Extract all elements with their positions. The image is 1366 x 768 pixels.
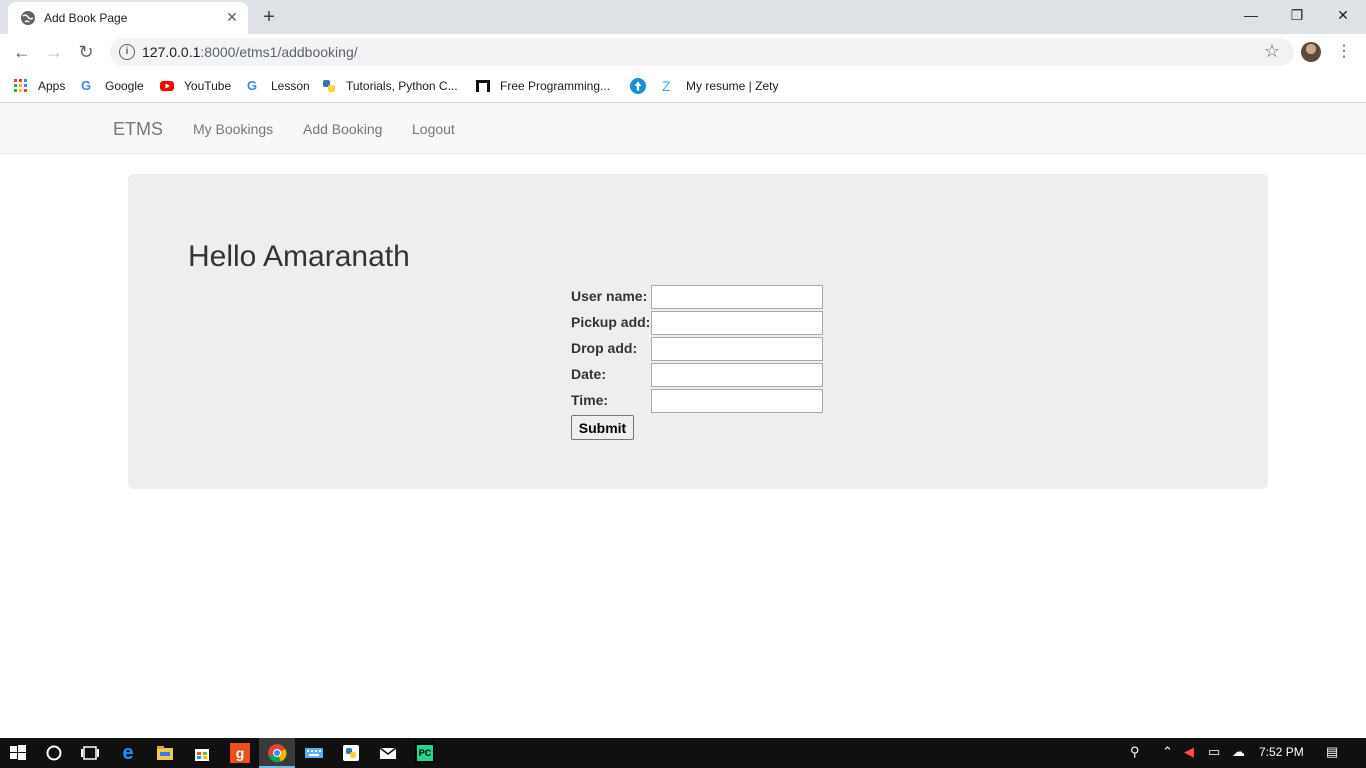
date-input[interactable]: [651, 363, 823, 387]
info-icon[interactable]: i: [119, 44, 135, 60]
forward-icon[interactable]: →: [42, 40, 66, 64]
nav-add-booking[interactable]: Add Booking: [303, 121, 382, 137]
search-circle-icon[interactable]: [44, 743, 64, 763]
file-explorer-icon[interactable]: [155, 743, 175, 763]
chrome-taskbar-active[interactable]: [259, 738, 295, 768]
reload-icon[interactable]: ↻: [74, 40, 98, 64]
globe-icon: [21, 11, 35, 25]
menu-kebab-icon[interactable]: ⋮: [1336, 42, 1352, 62]
bookmark-upload[interactable]: [630, 77, 646, 95]
time-input[interactable]: [651, 389, 823, 413]
notifications-icon[interactable]: ▤: [1326, 744, 1338, 762]
address-bar[interactable]: i 127.0.0.1:8000/etms1/addbooking/ ☆: [110, 38, 1294, 66]
username-input[interactable]: [651, 285, 823, 309]
bookmark-star-icon[interactable]: ☆: [1264, 41, 1280, 62]
pickup-input[interactable]: [651, 311, 823, 335]
bookmark-label: Tutorials, Python C...: [346, 79, 458, 93]
new-tab-icon[interactable]: +: [258, 6, 280, 28]
close-tab-icon[interactable]: ✕: [224, 9, 240, 25]
bookmark-lesson[interactable]: G Lesson: [247, 77, 317, 95]
date-label: Date:: [571, 366, 607, 382]
bookmark-free-programming[interactable]: Free Programming...: [476, 77, 616, 95]
windows-taskbar: e g PC ⚲ ⌃ ◀ ▭ ☁ 7:52 PM ▤: [0, 738, 1366, 768]
volume-muted-icon[interactable]: ◀: [1184, 744, 1194, 762]
keyboard-icon[interactable]: [304, 743, 324, 763]
booking-panel: Hello Amaranath User name: Pickup add: D…: [128, 174, 1268, 489]
restore-icon[interactable]: ❐: [1274, 0, 1320, 30]
google-icon: G: [247, 78, 258, 93]
bookmark-youtube[interactable]: YouTube: [160, 77, 240, 95]
greeting-heading: Hello Amaranath: [188, 240, 410, 273]
bookmark-label: Lesson: [271, 79, 310, 93]
book-icon: [476, 80, 490, 92]
url-text[interactable]: 127.0.0.1:8000/etms1/addbooking/: [142, 44, 358, 60]
edge-icon[interactable]: e: [118, 743, 138, 763]
bookmark-zety[interactable]: Z My resume | Zety: [662, 77, 792, 95]
bookmark-google[interactable]: G Google: [81, 77, 151, 95]
python-app-icon[interactable]: [341, 743, 361, 763]
bookmarks-bar: Apps G Google YouTube G Lesson Tutorials…: [0, 70, 1366, 103]
battery-icon[interactable]: ▭: [1208, 744, 1220, 762]
pickup-label: Pickup add:: [571, 314, 651, 330]
upload-icon: [630, 78, 646, 94]
bookmark-label: Free Programming...: [500, 79, 611, 93]
browser-tab[interactable]: Add Book Page ✕: [8, 2, 248, 34]
store-icon[interactable]: [192, 743, 212, 763]
bookmark-label: Google: [105, 79, 144, 93]
tab-strip: Add Book Page ✕ + — ❐ ✕: [0, 0, 1366, 34]
mail-icon[interactable]: [378, 743, 398, 763]
profile-avatar[interactable]: [1301, 42, 1321, 62]
taskbar-clock[interactable]: 7:52 PM: [1259, 745, 1304, 759]
pycharm-icon[interactable]: PC: [415, 743, 435, 763]
bookmark-label: YouTube: [184, 79, 232, 93]
bookmark-label: My resume | Zety: [686, 79, 779, 93]
submit-button[interactable]: Submit: [571, 415, 634, 440]
people-icon[interactable]: ⚲: [1130, 744, 1140, 762]
drop-input[interactable]: [651, 337, 823, 361]
google-icon: G: [81, 78, 92, 93]
brand-link[interactable]: ETMS: [113, 119, 163, 140]
back-icon[interactable]: ←: [10, 40, 34, 64]
time-label: Time:: [571, 392, 609, 408]
url-host: 127.0.0.1: [142, 44, 201, 60]
zety-icon: Z: [662, 78, 671, 94]
bookmark-label: Apps: [38, 79, 66, 93]
task-view-icon[interactable]: [80, 743, 100, 763]
onedrive-cloud-icon[interactable]: ☁: [1232, 744, 1245, 762]
python-icon: [323, 80, 335, 92]
nav-my-bookings[interactable]: My Bookings: [193, 121, 273, 137]
drop-label: Drop add:: [571, 340, 638, 356]
username-label: User name:: [571, 288, 648, 304]
chrome-icon: [268, 744, 287, 763]
tab-title: Add Book Page: [44, 11, 128, 25]
close-window-icon[interactable]: ✕: [1320, 0, 1366, 30]
bookmark-apps[interactable]: Apps: [14, 77, 74, 95]
url-path: :8000/etms1/addbooking/: [200, 44, 358, 60]
minimize-icon[interactable]: —: [1228, 0, 1274, 30]
youtube-icon: [160, 81, 174, 91]
nav-logout[interactable]: Logout: [412, 121, 455, 137]
tray-chevron-icon[interactable]: ⌃: [1162, 744, 1173, 762]
apps-grid-icon: [14, 79, 27, 92]
bookmark-tutorials[interactable]: Tutorials, Python C...: [322, 77, 462, 95]
windows-start-icon[interactable]: [8, 743, 28, 763]
app-g-icon[interactable]: g: [230, 743, 250, 763]
site-navbar: ETMS My Bookings Add Booking Logout: [0, 103, 1366, 154]
